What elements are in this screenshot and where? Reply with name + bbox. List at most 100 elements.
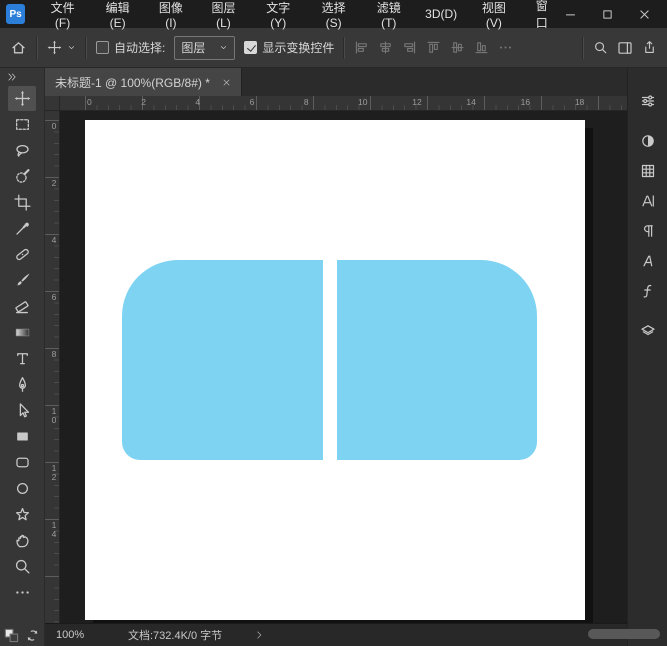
type-tool[interactable] [8,346,36,371]
auto-select-label: 自动选择: [114,39,165,56]
align-middle-v-icon[interactable] [450,40,465,55]
horizontal-scrollbar-thumb[interactable] [588,629,660,639]
document-tab-bar: 未标题-1 @ 100%(RGB/8#) * [45,68,627,96]
menu-item[interactable]: 3D(D) [416,0,466,28]
quick-selection-tool[interactable] [8,164,36,189]
rectangular-marquee-tool[interactable] [8,112,36,137]
window-controls [564,8,661,21]
divider [85,37,87,59]
zoom-tool[interactable] [8,554,36,579]
eraser-tool[interactable] [8,294,36,319]
swatches-panel-icon[interactable] [634,158,661,184]
ruler-corner[interactable] [45,96,60,111]
character-styles-panel-icon[interactable] [634,248,661,274]
menu-item[interactable]: 滤镜(T) [361,0,416,28]
rounded-shape-left[interactable] [122,260,323,460]
rectangle-tool[interactable] [8,424,36,449]
pen-tool[interactable] [8,372,36,397]
search-icon[interactable] [593,40,608,55]
eyedropper-tool[interactable] [8,216,36,241]
align-bottom-icon[interactable] [474,40,489,55]
document-area: 未标题-1 @ 100%(RGB/8#) * 02468101214 1618 0… [45,68,627,646]
rounded-shape-right[interactable] [337,260,537,460]
character-panel-icon[interactable] [634,188,661,214]
panel-dock [627,68,667,646]
ruler-number: 8 [47,347,59,404]
ruler-number: 14 [47,518,59,575]
adjustments-panel-icon[interactable] [634,128,661,154]
menu-item[interactable]: 选择(S) [306,0,361,28]
color-swatches-icon[interactable] [4,628,19,643]
document-tab-title: 未标题-1 @ 100%(RGB/8#) * [55,74,210,91]
auto-select-target-dropdown[interactable]: 图层 [174,36,235,60]
app-logo-icon: Ps [6,4,25,24]
lasso-tool[interactable] [8,138,36,163]
custom-shape-tool[interactable] [8,502,36,527]
more-tools-icon[interactable] [8,580,36,605]
path-selection-tool[interactable] [8,398,36,423]
hand-tool[interactable] [8,528,36,553]
menu-item[interactable]: 窗口 [522,0,562,28]
healing-brush-tool[interactable] [8,242,36,267]
workspace-icon[interactable] [617,40,633,56]
rounded-rectangle-tool[interactable] [8,450,36,475]
zoom-level-field[interactable]: 100% [56,629,90,641]
menu-item[interactable]: 编辑(E) [90,0,145,28]
menu-item[interactable]: 图像(I) [145,0,196,28]
ruler-number: 16 [519,96,573,109]
canvas-viewport[interactable] [60,111,627,623]
align-center-h-icon[interactable] [378,40,393,55]
horizontal-ruler[interactable]: 024681012141618 [60,96,627,111]
canvas-region: 024681012141618 02468101214 [45,96,627,623]
share-icon[interactable] [642,40,657,55]
ruler-number: 4 [193,96,247,109]
crop-tool[interactable] [8,190,36,215]
swap-colors-icon[interactable] [25,628,40,643]
menu-item[interactable]: 文字(Y) [251,0,306,28]
divider [343,37,345,59]
menu-list: 文件(F) 编辑(E) 图像(I) 图层(L) 文字(Y) 选择(S) 滤镜(T… [35,0,562,28]
close-icon[interactable] [638,8,651,21]
paragraph-panel-icon[interactable] [634,218,661,244]
align-right-icon[interactable] [402,40,417,55]
workspace: 未标题-1 @ 100%(RGB/8#) * 02468101214 1618 0… [0,68,667,646]
ruler-number: 10 [356,96,410,109]
ruler-number: 0 [85,96,139,109]
vertical-ruler[interactable]: 02468101214 [45,111,60,623]
toolbar-bottom-icons [0,628,44,643]
collapse-panel-chevrons-icon[interactable] [7,72,17,82]
tool-list [8,86,36,605]
layers-panel-icon[interactable] [634,318,661,344]
maximize-icon[interactable] [601,8,614,21]
show-transform-label: 显示变换控件 [262,39,334,56]
ellipse-tool[interactable] [8,476,36,501]
more-options-icon[interactable] [498,40,513,55]
menu-item[interactable]: 图层(L) [196,0,250,28]
status-menu-chevron-icon[interactable] [254,630,264,640]
show-transform-checkbox[interactable] [244,41,257,54]
menu-item[interactable]: 视图(V) [466,0,521,28]
minimize-icon[interactable] [564,8,577,21]
photoshop-window: Ps 文件(F) 编辑(E) 图像(I) 图层(L) 文字(Y) 选择(S) 滤… [0,0,667,646]
align-left-icon[interactable] [354,40,369,55]
move-tool[interactable] [8,86,36,111]
current-tool-indicator[interactable] [47,40,76,55]
glyphs-panel-icon[interactable] [634,278,661,304]
auto-select-target-value: 图层 [181,39,205,56]
ruler-number: 12 [47,461,59,518]
align-top-icon[interactable] [426,40,441,55]
tab-close-icon[interactable] [222,78,231,87]
ruler-number: 8 [302,96,356,109]
gradient-tool[interactable] [8,320,36,345]
tools-panel [0,68,45,646]
auto-select-checkbox[interactable] [96,41,109,54]
ruler-number: 18 [573,96,627,109]
document-canvas[interactable] [85,120,585,620]
document-tab[interactable]: 未标题-1 @ 100%(RGB/8#) * [45,68,242,96]
brush-tool[interactable] [8,268,36,293]
divider [582,37,584,59]
properties-panel-icon[interactable] [634,88,661,114]
home-icon[interactable] [10,39,27,56]
ruler-number: 6 [47,290,59,347]
menu-item[interactable]: 文件(F) [35,0,90,28]
